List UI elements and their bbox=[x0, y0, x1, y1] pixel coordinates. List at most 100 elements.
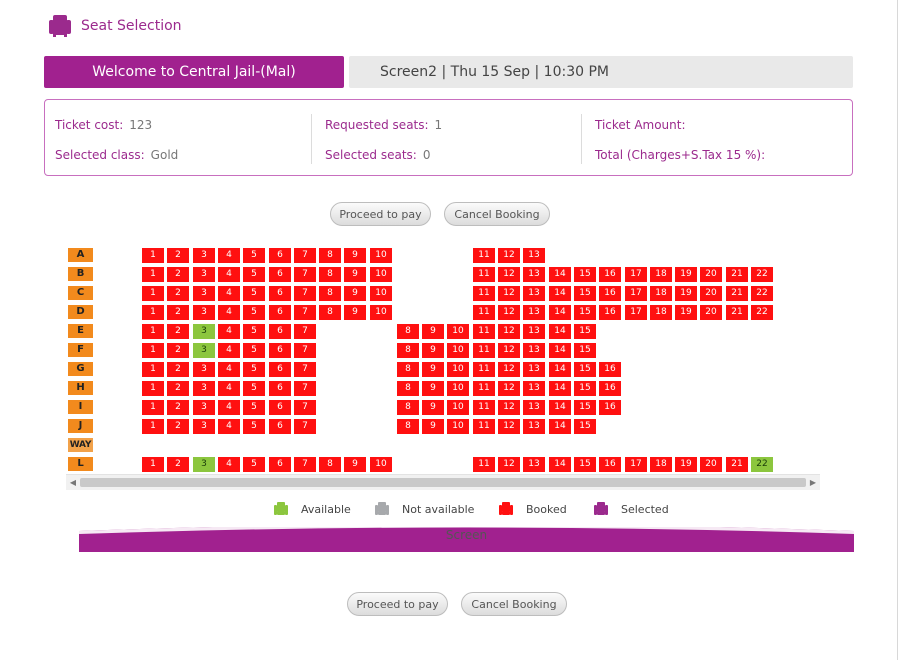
seat-j-2[interactable]: 2 bbox=[167, 418, 189, 434]
seat-c-6[interactable]: 6 bbox=[269, 285, 291, 301]
seat-c-17[interactable]: 17 bbox=[625, 285, 647, 301]
seat-a-2[interactable]: 2 bbox=[167, 247, 189, 263]
seat-b-20[interactable]: 20 bbox=[700, 266, 722, 282]
seat-h-15[interactable]: 15 bbox=[574, 380, 596, 396]
seat-i-7[interactable]: 7 bbox=[294, 399, 316, 415]
seat-b-21[interactable]: 21 bbox=[726, 266, 748, 282]
seat-a-13[interactable]: 13 bbox=[523, 247, 545, 263]
seat-e-11[interactable]: 11 bbox=[473, 323, 495, 339]
seat-d-17[interactable]: 17 bbox=[625, 304, 647, 320]
seat-j-8[interactable]: 8 bbox=[397, 418, 419, 434]
seat-h-10[interactable]: 10 bbox=[447, 380, 469, 396]
seat-h-1[interactable]: 1 bbox=[142, 380, 164, 396]
seat-b-13[interactable]: 13 bbox=[523, 266, 545, 282]
seat-a-5[interactable]: 5 bbox=[243, 247, 265, 263]
seat-f-1[interactable]: 1 bbox=[142, 342, 164, 358]
seat-j-15[interactable]: 15 bbox=[574, 418, 596, 434]
seat-d-20[interactable]: 20 bbox=[700, 304, 722, 320]
cancel-booking-button-top[interactable]: Cancel Booking bbox=[444, 202, 550, 226]
seat-h-14[interactable]: 14 bbox=[549, 380, 571, 396]
seat-i-11[interactable]: 11 bbox=[473, 399, 495, 415]
seat-d-9[interactable]: 9 bbox=[344, 304, 366, 320]
seat-d-7[interactable]: 7 bbox=[294, 304, 316, 320]
seat-g-8[interactable]: 8 bbox=[397, 361, 419, 377]
seat-l-12[interactable]: 12 bbox=[498, 456, 520, 472]
seat-i-13[interactable]: 13 bbox=[523, 399, 545, 415]
seat-f-9[interactable]: 9 bbox=[422, 342, 444, 358]
seat-f-14[interactable]: 14 bbox=[549, 342, 571, 358]
seat-g-14[interactable]: 14 bbox=[549, 361, 571, 377]
seat-i-15[interactable]: 15 bbox=[574, 399, 596, 415]
seat-l-3[interactable]: 3 bbox=[193, 456, 215, 472]
seat-i-1[interactable]: 1 bbox=[142, 399, 164, 415]
seat-i-14[interactable]: 14 bbox=[549, 399, 571, 415]
seat-b-14[interactable]: 14 bbox=[549, 266, 571, 282]
seat-l-1[interactable]: 1 bbox=[142, 456, 164, 472]
seat-i-5[interactable]: 5 bbox=[243, 399, 265, 415]
seat-h-9[interactable]: 9 bbox=[422, 380, 444, 396]
seat-a-3[interactable]: 3 bbox=[193, 247, 215, 263]
seat-g-5[interactable]: 5 bbox=[243, 361, 265, 377]
seat-i-4[interactable]: 4 bbox=[218, 399, 240, 415]
seat-c-11[interactable]: 11 bbox=[473, 285, 495, 301]
seat-f-13[interactable]: 13 bbox=[523, 342, 545, 358]
seat-a-8[interactable]: 8 bbox=[319, 247, 341, 263]
seat-j-14[interactable]: 14 bbox=[549, 418, 571, 434]
seat-a-4[interactable]: 4 bbox=[218, 247, 240, 263]
seat-b-22[interactable]: 22 bbox=[751, 266, 773, 282]
seat-f-6[interactable]: 6 bbox=[269, 342, 291, 358]
seat-i-10[interactable]: 10 bbox=[447, 399, 469, 415]
seat-c-2[interactable]: 2 bbox=[167, 285, 189, 301]
seat-c-14[interactable]: 14 bbox=[549, 285, 571, 301]
seat-e-3[interactable]: 3 bbox=[193, 323, 215, 339]
seat-b-17[interactable]: 17 bbox=[625, 266, 647, 282]
seat-e-4[interactable]: 4 bbox=[218, 323, 240, 339]
seat-c-15[interactable]: 15 bbox=[574, 285, 596, 301]
seat-e-1[interactable]: 1 bbox=[142, 323, 164, 339]
seat-c-3[interactable]: 3 bbox=[193, 285, 215, 301]
seat-a-11[interactable]: 11 bbox=[473, 247, 495, 263]
seat-f-12[interactable]: 12 bbox=[498, 342, 520, 358]
seat-l-15[interactable]: 15 bbox=[574, 456, 596, 472]
seat-g-15[interactable]: 15 bbox=[574, 361, 596, 377]
seat-g-2[interactable]: 2 bbox=[167, 361, 189, 377]
seat-h-3[interactable]: 3 bbox=[193, 380, 215, 396]
seat-a-1[interactable]: 1 bbox=[142, 247, 164, 263]
seat-i-16[interactable]: 16 bbox=[599, 399, 621, 415]
seat-d-5[interactable]: 5 bbox=[243, 304, 265, 320]
seat-b-18[interactable]: 18 bbox=[650, 266, 672, 282]
seat-h-11[interactable]: 11 bbox=[473, 380, 495, 396]
seat-h-8[interactable]: 8 bbox=[397, 380, 419, 396]
seat-c-7[interactable]: 7 bbox=[294, 285, 316, 301]
seat-i-6[interactable]: 6 bbox=[269, 399, 291, 415]
seat-j-12[interactable]: 12 bbox=[498, 418, 520, 434]
seat-g-10[interactable]: 10 bbox=[447, 361, 469, 377]
seat-j-1[interactable]: 1 bbox=[142, 418, 164, 434]
seat-e-9[interactable]: 9 bbox=[422, 323, 444, 339]
seat-l-21[interactable]: 21 bbox=[726, 456, 748, 472]
seat-c-8[interactable]: 8 bbox=[319, 285, 341, 301]
seat-j-10[interactable]: 10 bbox=[447, 418, 469, 434]
seat-d-19[interactable]: 19 bbox=[675, 304, 697, 320]
seat-f-15[interactable]: 15 bbox=[574, 342, 596, 358]
seat-j-5[interactable]: 5 bbox=[243, 418, 265, 434]
cancel-booking-button-bottom[interactable]: Cancel Booking bbox=[461, 592, 567, 616]
seat-c-12[interactable]: 12 bbox=[498, 285, 520, 301]
seat-g-16[interactable]: 16 bbox=[599, 361, 621, 377]
seat-b-19[interactable]: 19 bbox=[675, 266, 697, 282]
seat-j-3[interactable]: 3 bbox=[193, 418, 215, 434]
seat-c-18[interactable]: 18 bbox=[650, 285, 672, 301]
seat-d-10[interactable]: 10 bbox=[370, 304, 392, 320]
seat-d-16[interactable]: 16 bbox=[599, 304, 621, 320]
seat-g-12[interactable]: 12 bbox=[498, 361, 520, 377]
seat-h-4[interactable]: 4 bbox=[218, 380, 240, 396]
seat-l-2[interactable]: 2 bbox=[167, 456, 189, 472]
seat-b-9[interactable]: 9 bbox=[344, 266, 366, 282]
seat-f-4[interactable]: 4 bbox=[218, 342, 240, 358]
seat-f-7[interactable]: 7 bbox=[294, 342, 316, 358]
seat-b-12[interactable]: 12 bbox=[498, 266, 520, 282]
seat-b-8[interactable]: 8 bbox=[319, 266, 341, 282]
seat-d-18[interactable]: 18 bbox=[650, 304, 672, 320]
seat-b-5[interactable]: 5 bbox=[243, 266, 265, 282]
seat-d-13[interactable]: 13 bbox=[523, 304, 545, 320]
